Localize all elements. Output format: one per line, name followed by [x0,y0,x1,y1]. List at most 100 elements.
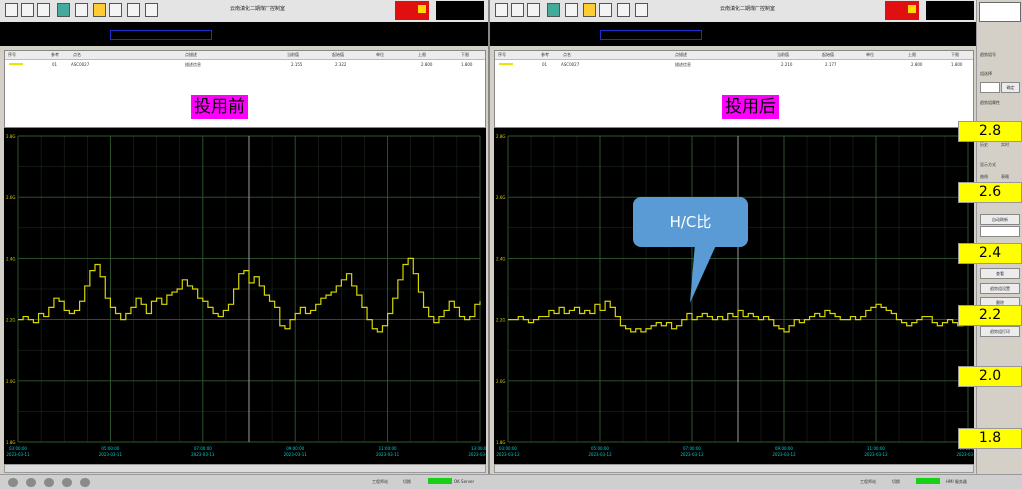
view-button[interactable]: 查看 [980,268,1020,279]
radio-table[interactable]: 表格 [1001,174,1009,180]
status-field [600,30,702,40]
print-icon[interactable] [635,3,648,17]
col-header: 下限 [951,52,959,57]
side-label: 显示方式 [980,162,996,167]
side-input-field[interactable] [980,226,1020,237]
save-icon[interactable] [599,3,612,17]
taskbar-item[interactable]: 工程师站 [860,479,876,485]
value-scale-label: 2.4 [958,243,1022,264]
cell-start: 2.322 [335,62,347,67]
y-tick-label: 1.8G [496,440,505,445]
col-header: 上限 [418,52,426,57]
y-tick-label: 1.8G [6,440,15,445]
left-trend-chart[interactable]: 2.8G 2.6G 2.4G 2.2G 2.0G 1.8G 03:00:00 2023-03-… [4,128,486,464]
y-tick-label: 2.2G [6,318,15,323]
taskbar: 工程师站 切换 OK Server 工程师站 切换 HMI 服务器 [0,474,1022,489]
pencil-icon[interactable] [75,3,88,17]
y-tick-label: 2.0G [6,379,15,384]
value-scale-label: 1.8 [958,428,1022,449]
app-icon[interactable] [62,478,72,487]
cell-point-name: ASC0027 [561,62,580,67]
left-toolbar: 云南滇化二期煤厂控制室 [0,0,488,23]
radio-curve[interactable]: 曲线 [980,174,988,180]
side-label: 趋势组属性 [980,100,1000,105]
left-horizontal-scrollbar[interactable] [4,464,486,473]
status-field [110,30,212,40]
table-row[interactable]: 01 ASC0027 描述信息 2.155 2.322 2.800 1.800 [5,60,485,69]
col-header: 序号 [498,52,506,57]
tools-icon[interactable] [527,3,540,17]
col-header: 参考 [541,52,549,57]
x-tick-label: 07:00:00 [683,446,701,451]
taskbar-item[interactable]: 工程师站 [372,479,388,485]
confirm-button[interactable]: 确定 [1001,82,1020,93]
trend-settings-panel: 趋势组号 组选择 确定 趋势组属性 历史 实时 显示方式 曲线 表格 自动刷新 … [976,0,1022,474]
tools-icon[interactable] [37,3,50,17]
refresh-icon[interactable] [617,3,630,17]
side-label: 组选择 [980,71,992,76]
wrench-icon[interactable] [511,3,524,17]
status-bar [490,22,976,46]
app-icon[interactable] [8,478,18,487]
left-trend-window: 云南滇化二期煤厂控制室 序号 参考 点名 点描述 当前值 起始值 单位 上限 下… [0,0,488,474]
table-row[interactable]: 01 ASC0027 描述信息 2.210 2.177 2.800 1.800 [495,60,973,69]
taskbar-item[interactable]: OK Server [454,479,474,484]
x-tick-date: 2023-03-12 [956,452,974,457]
col-header: 起始值 [332,52,344,57]
taskbar-item[interactable]: HMI 服务器 [946,479,967,485]
folder-icon[interactable] [583,3,596,17]
app-icon[interactable] [26,478,36,487]
save-icon[interactable] [109,3,122,17]
cell-high: 2.800 [911,62,923,67]
after-tag: 投用后 [722,95,779,119]
auto-refresh-button[interactable]: 自动刷新 [980,214,1020,225]
cell-ref: 01 [52,62,58,67]
right-trend-svg: 2.8G2.6G2.4G2.2G2.0G1.8G03:00:002023-03-… [496,134,974,457]
table-header: 序号 参考 点名 点描述 当前值 起始值 单位 上限 下限 [5,51,485,60]
right-horizontal-scrollbar[interactable] [494,464,974,473]
y-tick-label: 2.6G [6,195,15,200]
radio-history[interactable]: 历史 [980,142,988,148]
refresh-icon[interactable] [127,3,140,17]
document-icon[interactable] [547,3,560,17]
left-point-table: 序号 参考 点名 点描述 当前值 起始值 单位 上限 下限 01 ASC0027… [4,50,486,128]
y-tick-label: 2.0G [496,379,505,384]
print-group-button[interactable]: 趋势组打印 [980,326,1020,337]
x-tick-date: 2023-03-11 [468,452,486,457]
app-icon[interactable] [44,478,54,487]
alarm-indicator[interactable] [885,1,919,20]
monitor-icon[interactable] [495,3,508,17]
print-icon[interactable] [145,3,158,17]
taskbar-item[interactable]: 切换 [892,479,900,485]
x-tick-date: 2023-03-12 [680,452,704,457]
pencil-icon[interactable] [565,3,578,17]
vendor-logo [979,2,1021,22]
x-tick-date: 2023-03-11 [191,452,215,457]
right-trend-chart[interactable]: 2.8G 2.6G 2.4G 2.2G 2.0G 1.8G 03:00:00 2023-03-… [494,128,974,464]
series-color-swatch [9,63,23,65]
callout-pointer [690,243,717,303]
cell-high: 2.800 [421,62,433,67]
cell-description: 描述信息 [675,62,691,67]
y-tick-label: 2.4G [6,256,15,261]
radio-realtime[interactable]: 实时 [1001,142,1009,148]
value-scale-label: 2.6 [958,182,1022,203]
value-scale-label: 2.0 [958,366,1022,387]
col-header: 点描述 [185,52,197,57]
taskbar-item[interactable]: 切换 [403,479,411,485]
window-title: 云南滇化二期煤厂控制室 [720,6,776,12]
document-icon[interactable] [57,3,70,17]
col-header: 下限 [461,52,469,57]
monitor-icon[interactable] [5,3,18,17]
alarm-indicator[interactable] [395,1,429,20]
wrench-icon[interactable] [21,3,34,17]
group-select[interactable] [980,82,1000,93]
alarm-light-icon [418,5,426,13]
folder-icon[interactable] [93,3,106,17]
value-scale-label: 2.2 [958,305,1022,326]
cell-low: 1.800 [951,62,963,67]
app-icon[interactable] [80,478,90,487]
x-tick-date: 2023-03-12 [864,452,888,457]
group-settings-button[interactable]: 趋势组设置 [980,283,1020,294]
clock-display [926,1,974,20]
